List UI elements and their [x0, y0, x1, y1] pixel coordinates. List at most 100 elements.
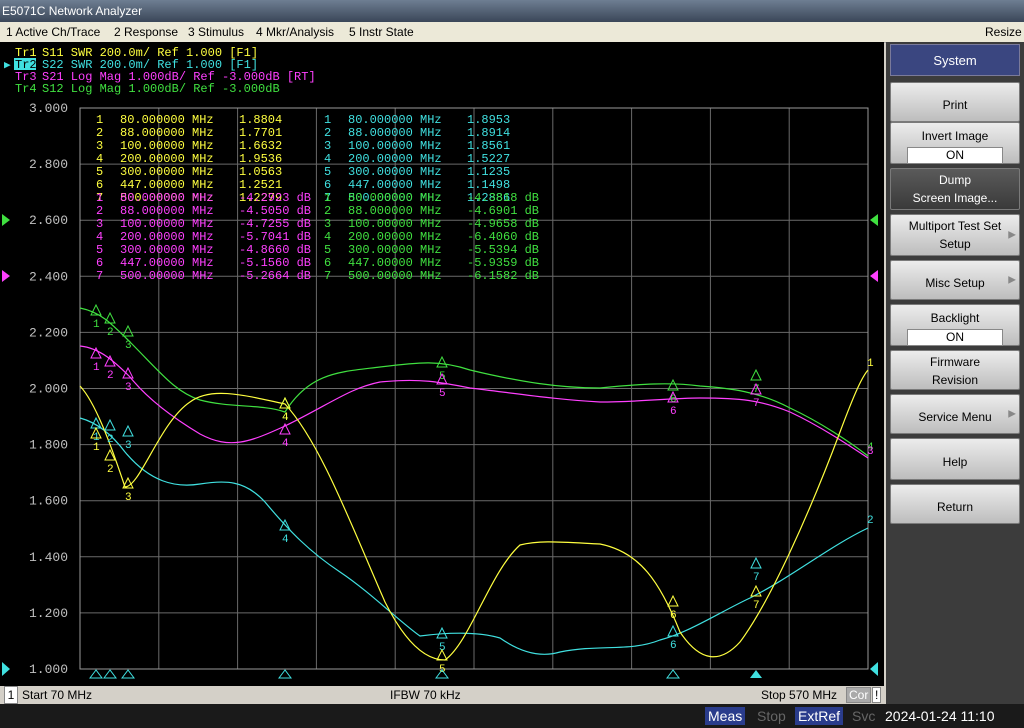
marker-number-tr3: 7 [96, 269, 103, 283]
menu-mkr-analysis[interactable]: 4 Mkr/Analysis [256, 22, 334, 42]
softkey-invert-image[interactable]: Invert Image ON [890, 122, 1020, 164]
marker-number-tr3: 4 [96, 230, 103, 244]
menu-stimulus[interactable]: 3 Stimulus [188, 22, 244, 42]
y-tick-label: 2.800 [29, 157, 68, 172]
marker-tag-tr4: 2 [107, 327, 114, 339]
marker-frequency-tr4: 500.00000 MHz [348, 269, 442, 283]
marker-triangle-icon [436, 355, 448, 368]
menu-active-ch-trace[interactable]: 1 Active Ch/Trace [6, 22, 100, 42]
softkey-label: Help [942, 454, 968, 469]
trace-plot: Tr1 S11 SWR 200.0m/ Ref 1.000 [F1]▶ Tr2 S22… [2, 46, 878, 679]
stop-frequency[interactable]: Stop 570 MHz [761, 686, 837, 704]
measurement-screen: Tr1 S11 SWR 200.0m/ Ref 1.000 [F1] ▶ Tr2 S22… [0, 42, 884, 686]
marker-triangle-icon [667, 594, 679, 607]
marker-number-tr3: 6 [96, 256, 103, 270]
marker-triangle-icon [104, 311, 116, 324]
marker-frequency-tr2: 80.000000 MHz [348, 113, 442, 127]
marker-value-tr2: 1.1498 [467, 178, 510, 192]
marker-tag-tr3: 4 [282, 438, 289, 450]
marker-triangle-icon [122, 366, 134, 379]
softkey-multiport-test-set[interactable]: Multiport Test Set Setup ▶ [890, 214, 1020, 256]
y-tick-label: 2.600 [29, 213, 68, 228]
marker-number-tr1: 2 [96, 126, 103, 140]
channel-number: 1 [4, 686, 18, 704]
softkey-misc-setup[interactable]: Misc Setup ▶ [890, 260, 1020, 300]
start-frequency[interactable]: Start 70 MHz [22, 686, 92, 704]
marker-value-tr2: 1.5227 [467, 152, 510, 166]
y-tick-label: 2.200 [29, 325, 68, 340]
marker-tag-tr2: 3 [125, 440, 132, 452]
stimulus-marker-icon [103, 669, 117, 679]
softkey-firmware[interactable]: Firmware Revision [890, 350, 1020, 390]
y-tick-label: 2.400 [29, 269, 68, 284]
menu-response[interactable]: 2 Response [114, 22, 178, 42]
marker-value-tr2: 1.1235 [467, 165, 510, 179]
reference-line-left-icon [2, 270, 10, 282]
marker-frequency-tr2: 100.00000 MHz [348, 139, 442, 153]
marker-number-tr2: 5 [324, 165, 331, 179]
softkey-label: Revision [931, 373, 979, 387]
marker-frequency-tr3: 88.000000 MHz [120, 204, 214, 218]
stimulus-marker-icon [666, 669, 680, 679]
marker-number-tr2: 1 [324, 113, 331, 127]
submenu-arrow-icon: ▶ [1008, 408, 1016, 420]
correction-indicator: Cor [846, 687, 872, 703]
menu-instr-state[interactable]: 5 Instr State [349, 22, 414, 42]
marker-frequency-tr4: 300.00000 MHz [348, 243, 442, 257]
marker-value-tr4: -5.9359 dB [467, 256, 539, 270]
marker-frequency-tr3: 300.00000 MHz [120, 243, 214, 257]
softkey-print[interactable]: Print [890, 82, 1020, 122]
softkey-label: Backlight [930, 311, 980, 325]
marker-tag-tr3: 7 [753, 398, 760, 410]
softkey-label: Screen Image... [912, 191, 998, 205]
marker-frequency-tr1: 80.000000 MHz [120, 113, 214, 127]
marker-value-tr4: -6.1582 dB [467, 269, 539, 283]
marker-frequency-tr3: 200.00000 MHz [120, 230, 214, 244]
marker-tag-tr2: 7 [753, 572, 760, 584]
marker-value-tr3: -4.7255 dB [239, 217, 311, 231]
marker-tag-tr2: 5 [439, 642, 446, 654]
softkey-title: System [890, 44, 1020, 76]
extref-indicator: ExtRef [795, 707, 844, 725]
y-tick-label: 1.200 [29, 606, 68, 621]
active-trace-pointer-icon: ▶ [4, 60, 11, 72]
marker-tag-tr3: 2 [107, 370, 114, 382]
softkey-service-menu[interactable]: Service Menu ▶ [890, 394, 1020, 434]
softkey-help[interactable]: Help [890, 438, 1020, 480]
date-time: 2024-01-24 11:10 [885, 708, 995, 724]
marker-number-tr3: 2 [96, 204, 103, 218]
marker-value-tr1: 1.2521 [239, 178, 282, 192]
title-bar: E5071C Network Analyzer [0, 0, 1024, 22]
menu-resize[interactable]: Resize [985, 22, 1022, 42]
marker-value-tr3: -4.2923 dB [239, 191, 311, 205]
submenu-arrow-icon: ▶ [1008, 229, 1016, 241]
marker-frequency-tr2: 200.00000 MHz [348, 152, 442, 166]
softkey-return[interactable]: Return [890, 484, 1020, 524]
softkey-label: Multiport Test Set [908, 219, 1002, 233]
channel-status-bar: 1 Start 70 MHz IFBW 70 kHz Stop 570 MHz … [0, 686, 884, 704]
softkey-dump[interactable]: Dump Screen Image... [890, 168, 1020, 210]
y-tick-label: 3.000 [29, 101, 68, 116]
marker-tag-tr2: 4 [282, 534, 289, 546]
softkey-label: Misc Setup [925, 275, 985, 290]
marker-number-tr3: 3 [96, 217, 103, 231]
softkey-backlight[interactable]: Backlight ON [890, 304, 1020, 346]
y-tick-label: 2.000 [29, 382, 68, 397]
marker-number-tr3: 5 [96, 243, 103, 257]
reference-line-left-icon [2, 662, 10, 676]
ifbw-value[interactable]: IFBW 70 kHz [390, 686, 461, 704]
marker-tag-tr1: 7 [753, 600, 760, 612]
marker-value-tr2: 1.8561 [467, 139, 510, 153]
marker-triangle-icon [122, 324, 134, 337]
marker-frequency-tr3: 447.00000 MHz [120, 256, 214, 270]
marker-tag-tr1: 3 [125, 492, 132, 504]
marker-number-tr2: 3 [324, 139, 331, 153]
trace-end-label-tr1: 1 [867, 358, 874, 370]
marker-number-tr4: 6 [324, 256, 331, 270]
marker-value-tr3: -5.1560 dB [239, 256, 311, 270]
marker-frequency-tr1: 447.00000 MHz [120, 178, 214, 192]
marker-frequency-tr3: 100.00000 MHz [120, 217, 214, 231]
softkey-label: Print [942, 97, 968, 112]
marker-triangle-icon [750, 556, 762, 569]
marker-tag-tr1: 2 [107, 464, 114, 476]
